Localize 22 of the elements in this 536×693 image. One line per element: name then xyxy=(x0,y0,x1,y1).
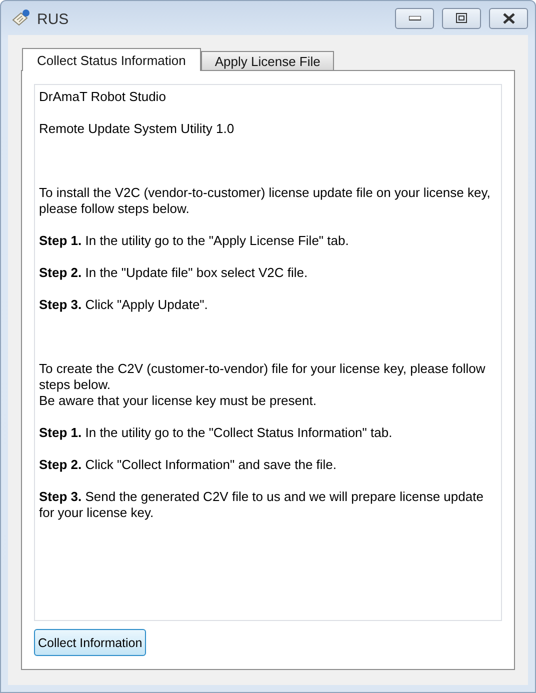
info-text: To create the C2V (customer-to-vendor) file for your license key, please follow steps below. xyxy=(39,361,486,393)
close-icon xyxy=(502,12,514,24)
certificate-icon xyxy=(11,9,31,27)
info-text: Remote Update System Utility 1.0 xyxy=(39,121,236,137)
info-text: Step 3. Click "Apply Update". xyxy=(39,297,209,313)
maximize-icon xyxy=(456,13,467,23)
info-text: DrAmaT Robot Studio xyxy=(39,89,167,105)
maximize-button[interactable] xyxy=(442,8,481,28)
info-text: Step 1. In the utility go to the "Apply License File" tab. xyxy=(39,233,350,249)
tab[interactable]: Apply License File xyxy=(200,51,334,70)
minimize-button[interactable] xyxy=(395,8,434,28)
info-text: To install the V2C (vendor-to-customer) license update file on your license key, please follow steps below. xyxy=(39,185,492,217)
info-text: Step 3. Send the generated C2V file to us and we will prepare license update for your license key. xyxy=(39,489,484,521)
collect-information-button[interactable]: Collect Information xyxy=(34,629,146,656)
window-title: RUS xyxy=(37,10,70,28)
info-text: Step 2. In the "Update file" box select V2C file. xyxy=(39,265,309,281)
minimize-icon xyxy=(408,16,420,20)
info-text: Step 2. Click "Collect Information" and save the file. xyxy=(39,457,338,473)
info-text: Step 1. In the utility go to the "Collect Status Information" tab. xyxy=(39,425,394,441)
tab[interactable]: Collect Status Information xyxy=(22,48,201,71)
info-text: Be aware that your license key must be present. xyxy=(39,393,318,409)
close-button[interactable] xyxy=(489,8,528,28)
